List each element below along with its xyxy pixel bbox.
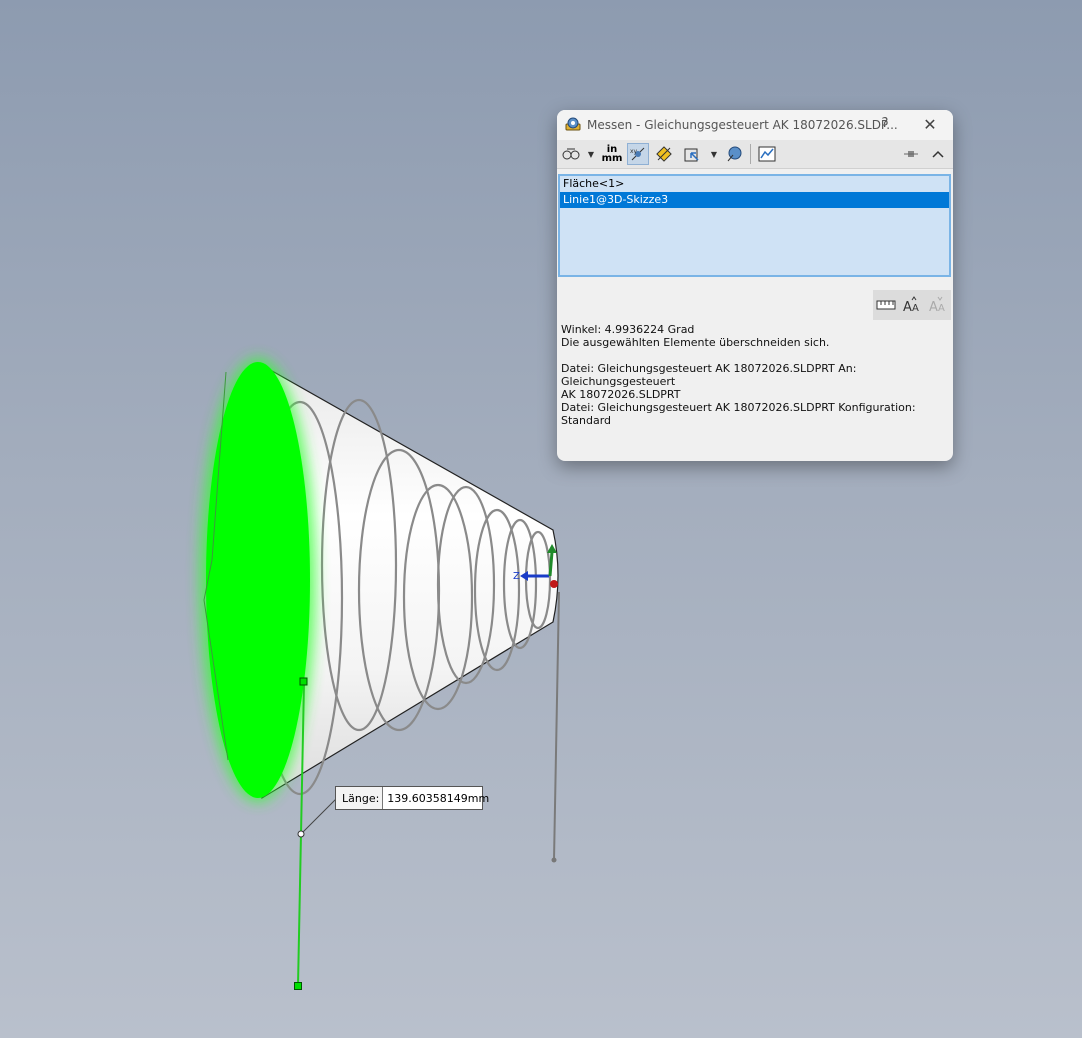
result-angle: Winkel: 4.9936224 Grad	[561, 323, 695, 336]
measure-results: Winkel: 4.9936224 Grad Die ausgewählten …	[561, 323, 949, 427]
dimension-leader	[300, 796, 339, 835]
svg-text:A: A	[903, 300, 912, 314]
measure-dialog: Messen - Gleichungsgesteuert AK 18072026…	[557, 110, 953, 461]
svg-text:A: A	[912, 303, 919, 314]
history-icon[interactable]	[756, 143, 778, 165]
dialog-title: Messen - Gleichungsgesteuert AK 18072026…	[587, 118, 898, 132]
increase-font-icon[interactable]: AA	[901, 294, 923, 316]
result-file-1-cont: AK 18072026.SLDPRT	[561, 388, 681, 401]
selection-list[interactable]: Fläche<1> Linie1@3D-Skizze3	[558, 174, 951, 277]
triad-z-label: Z	[513, 571, 520, 582]
selection-item-line[interactable]: Linie1@3D-Skizze3	[560, 192, 949, 208]
result-intersect-note: Die ausgewählten Elemente überschneiden …	[561, 336, 830, 349]
close-button[interactable]: ✕	[919, 114, 941, 136]
arc-circle-measure-icon[interactable]	[560, 143, 582, 165]
svg-text:A: A	[938, 303, 945, 314]
arc-options-dropdown[interactable]: ▼	[586, 143, 596, 165]
length-value: 139.60358149mm	[387, 791, 490, 805]
svg-text:A: A	[929, 300, 938, 314]
measure-toolbar: ▼ in mm xy ▼	[557, 140, 953, 169]
result-file-1: Datei: Gleichungsgesteuert AK 18072026.S…	[561, 362, 857, 388]
toolbar-separator	[750, 144, 751, 164]
projection-dropdown[interactable]: ▼	[709, 143, 719, 165]
help-button[interactable]: ?	[875, 116, 895, 134]
sketch-line-start-point[interactable]	[299, 677, 308, 686]
units-precision-icon[interactable]: in mm	[601, 143, 623, 165]
coordinate-system-icon[interactable]	[723, 143, 745, 165]
reference-line-endpoint[interactable]	[551, 857, 557, 863]
show-xyz-icon[interactable]: xy	[627, 143, 649, 165]
sketch-line-end-point[interactable]	[294, 982, 302, 990]
result-file-2: Datei: Gleichungsgesteuert AK 18072026.S…	[561, 401, 916, 427]
units-mm-label: mm	[601, 153, 623, 164]
selection-item-face[interactable]: Fläche<1>	[560, 176, 949, 192]
measure-tool-icon	[565, 117, 581, 131]
display-options: AA AA	[873, 290, 951, 320]
length-dimension[interactable]: Länge: 139.60358149mm	[335, 786, 489, 810]
units-ruler-icon[interactable]	[875, 294, 897, 316]
length-label: Länge:	[336, 787, 384, 809]
result-blank	[561, 349, 949, 362]
projection-icon[interactable]	[681, 143, 703, 165]
decrease-font-icon[interactable]: AA	[927, 294, 949, 316]
collapse-icon[interactable]	[927, 143, 949, 165]
point-to-point-icon[interactable]	[653, 143, 675, 165]
pin-icon[interactable]	[900, 143, 922, 165]
svg-text:xy: xy	[630, 148, 638, 155]
dimension-leader-anchor	[297, 830, 305, 838]
reference-line[interactable]	[553, 591, 560, 861]
